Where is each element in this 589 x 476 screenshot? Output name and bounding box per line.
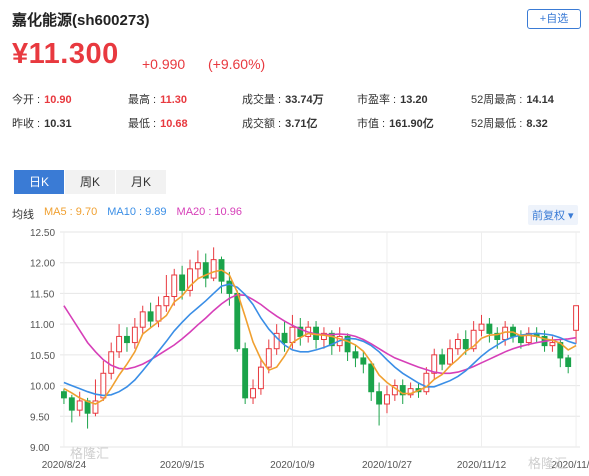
candle-body [368, 363, 375, 393]
stat-high: 最高 :11.30 [128, 91, 187, 107]
candle-body [549, 342, 556, 347]
stat-pe-value: 13.20 [400, 94, 428, 106]
candle-body [163, 296, 170, 307]
x-tick-label: 2020/10/9 [270, 460, 315, 471]
period-tabs: 日K 周K 月K [14, 170, 167, 194]
candle-body [486, 323, 493, 334]
stat-52w-high-label: 52周最高 : [471, 94, 523, 106]
candle-body [352, 351, 359, 359]
stat-high-label: 最高 : [128, 94, 157, 106]
candle-body [462, 339, 469, 350]
candle-body [423, 372, 430, 393]
stat-open: 今开 :10.90 [12, 91, 72, 107]
stat-low-value: 10.68 [160, 118, 188, 130]
stat-52w-low: 52周最低 :8.32 [471, 115, 548, 131]
candle-body [210, 259, 217, 279]
candle-body [289, 326, 296, 344]
y-tick-label: 9.00 [30, 443, 50, 454]
y-tick-label: 9.50 [30, 412, 50, 423]
y-tick-label: 11.00 [30, 320, 55, 331]
candle-body [478, 323, 485, 331]
candle-body [226, 280, 233, 294]
tab-weekly-k[interactable]: 周K [65, 170, 115, 194]
stat-amount-label: 成交额 : [242, 118, 282, 130]
candle-body [281, 332, 288, 344]
candle-body [257, 366, 264, 390]
candle-body [250, 388, 256, 399]
stat-volume-value: 33.74万 [285, 94, 324, 106]
candle-body [179, 274, 186, 291]
stat-open-label: 今开 : [12, 94, 41, 106]
stat-52w-low-label: 52周最低 : [471, 118, 523, 130]
x-tick-label: 2020/10/27 [362, 460, 412, 471]
candlestick-chart: 12.50 12.00 11.50 11.00 10.50 10.00 9.50 9.00 2… [30, 228, 589, 472]
candle-body [265, 348, 272, 368]
candle-body [194, 262, 201, 270]
y-tick-label: 12.50 [30, 228, 55, 239]
candle-body [431, 354, 438, 374]
stat-amount-value: 3.71亿 [285, 118, 318, 130]
tab-monthly-k[interactable]: 月K [116, 170, 166, 194]
stat-52w-low-value: 8.32 [526, 118, 548, 130]
candle-body [124, 335, 130, 344]
x-tick-label: 2020/11/12 [457, 460, 507, 471]
stat-low: 最低 :10.68 [128, 115, 188, 131]
candle-body [131, 326, 138, 344]
candle-body [517, 335, 524, 344]
stat-volume-label: 成交量 : [242, 94, 282, 106]
stat-low-label: 最低 : [128, 118, 157, 130]
stat-52w-high-value: 14.14 [526, 94, 554, 106]
candle-body [565, 357, 572, 368]
candle-body [242, 348, 249, 399]
candles [60, 247, 580, 429]
stat-prev-close: 昨收 :10.31 [12, 115, 72, 131]
stat-market-cap-label: 市值 : [357, 118, 386, 130]
stat-market-cap: 市值 :161.90亿 [357, 115, 434, 131]
candle-body [376, 391, 383, 405]
stat-volume: 成交量 :33.74万 [242, 91, 324, 107]
y-tick-label: 10.00 [30, 382, 55, 393]
add-watchlist-button[interactable]: +自选 [527, 9, 581, 29]
y-tick-label: 10.50 [30, 351, 55, 362]
stat-high-value: 11.30 [160, 94, 188, 106]
tab-daily-k[interactable]: 日K [14, 170, 64, 194]
price-change-percent: (+9.60%) [208, 56, 266, 72]
stat-pe: 市盈率 :13.20 [357, 91, 428, 107]
candle-body [60, 391, 67, 399]
stat-52w-high: 52周最高 :14.14 [471, 91, 554, 107]
stat-pe-label: 市盈率 : [357, 94, 397, 106]
candle-body [171, 274, 178, 297]
candle-body [108, 351, 115, 374]
chart-grid [60, 231, 580, 448]
x-tick-label: 2020/9/15 [160, 460, 205, 471]
candle-body [439, 354, 446, 365]
stock-title: 嘉化能源(sh600273) [12, 12, 150, 29]
candle-body [384, 394, 390, 405]
watermark-left: 格隆汇 [70, 446, 109, 462]
candle-body [68, 397, 75, 411]
y-tick-label: 11.50 [30, 289, 55, 300]
stat-open-value: 10.90 [44, 94, 72, 106]
candle-body [454, 339, 461, 350]
stat-prev-close-value: 10.31 [44, 118, 72, 130]
current-price: ¥11.300 [12, 38, 119, 70]
candle-body [155, 305, 162, 322]
price-change: +0.990 [142, 56, 186, 72]
candle-body [360, 357, 367, 365]
x-axis-ticks: 2020/8/24 2020/9/15 2020/10/9 2020/10/27 202… [42, 460, 589, 471]
candle-body [147, 311, 154, 322]
candle-body [100, 372, 107, 399]
candle-body [234, 292, 241, 350]
candle-body [139, 311, 146, 328]
y-axis-ticks: 12.50 12.00 11.50 11.00 10.50 10.00 9.50 9.00 [30, 228, 55, 454]
stat-amount: 成交额 :3.71亿 [242, 115, 318, 131]
candle-body [573, 305, 580, 331]
candle-body [116, 335, 123, 353]
stat-market-cap-value: 161.90亿 [389, 118, 434, 130]
watermark-right: 格隆汇 [528, 456, 567, 472]
y-tick-label: 12.00 [30, 259, 55, 270]
candle-body [447, 348, 453, 365]
stat-prev-close-label: 昨收 : [12, 118, 41, 130]
candle-body [76, 400, 83, 411]
